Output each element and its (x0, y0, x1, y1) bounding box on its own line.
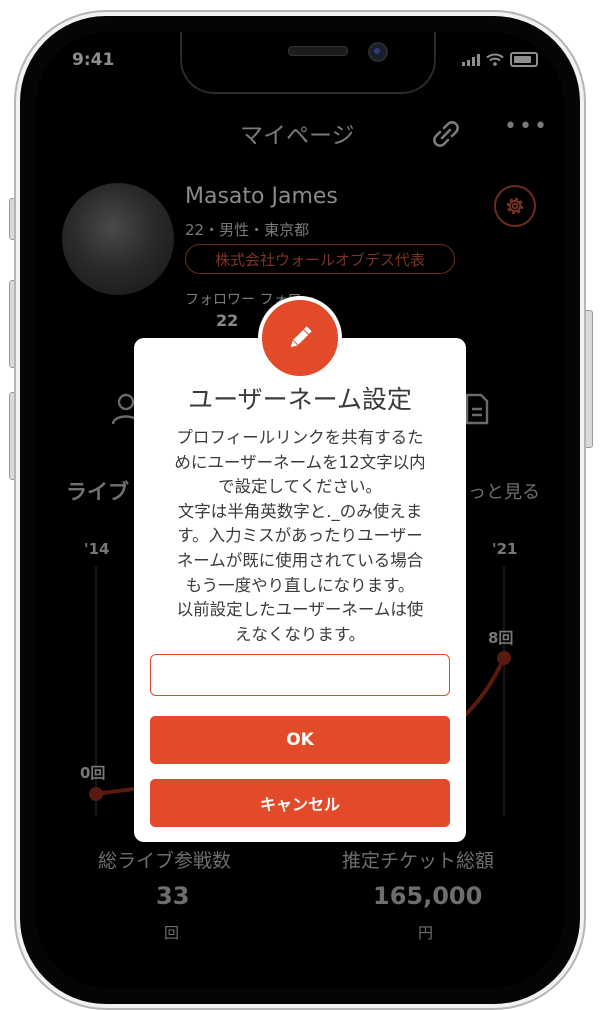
total-lives-unit: 回 (164, 924, 180, 942)
dialog-message-line: めにユーザーネームを12文字以内 (174, 452, 426, 472)
dialog-message-line: で設定してください。 (217, 477, 382, 497)
chart-point (89, 787, 103, 801)
ticket-total-value: 165,000 (373, 882, 483, 910)
dialog-message-line: もう一度やり直しになります。 (185, 575, 415, 595)
username-dialog: ユーザーネーム設定 プロフィールリンクを共有するた めにユーザーネームを12文字… (134, 338, 466, 842)
ticket-total-label: 推定チケット総額 (342, 850, 495, 872)
ok-button[interactable]: OK (150, 716, 450, 764)
dialog-message-line: 文字は半角英数字と._のみ使えま (177, 501, 423, 521)
chart-x-label-start: '14 (84, 540, 110, 558)
front-camera (368, 42, 388, 62)
dialog-title: ユーザーネーム設定 (188, 385, 412, 414)
dialog-message: プロフィールリンクを共有するた めにユーザーネームを12文字以内 で設定してくだ… (148, 426, 452, 647)
dialog-message-line: す。入力ミスがあったりユーザー (177, 526, 423, 546)
dialog-message-line: ネームが既に使用されている場合 (176, 550, 424, 570)
chart-x-label-end: '21 (492, 540, 518, 558)
notch (180, 32, 436, 94)
dialog-message-line: 以前設定したユーザーネームは使 (176, 600, 424, 620)
ticket-total-unit: 円 (418, 924, 434, 942)
dialog-message-line: えなくなります。 (234, 624, 366, 644)
total-lives-label: 総ライブ参戦数 (98, 850, 232, 872)
chart-point (497, 651, 511, 665)
cancel-button[interactable]: キャンセル (150, 779, 450, 827)
pencil-icon (258, 296, 342, 380)
total-lives-value: 33 (156, 882, 190, 910)
chart-data-label-end: 8回 (488, 629, 514, 647)
dialog-message-line: プロフィールリンクを共有するた (176, 428, 424, 447)
username-input[interactable] (150, 654, 450, 696)
chart-data-label-start: 0回 (80, 764, 106, 782)
speaker (288, 46, 348, 56)
